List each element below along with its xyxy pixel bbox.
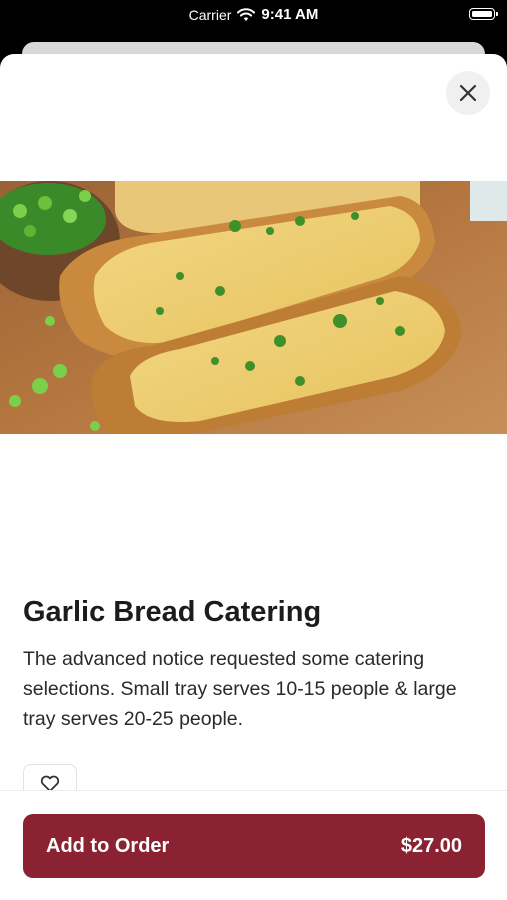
- item-description: The advanced notice requested some cater…: [23, 648, 457, 730]
- close-icon: [459, 84, 477, 102]
- status-time: 9:41 AM: [261, 6, 319, 23]
- close-button[interactable]: [446, 71, 490, 115]
- item-title: Garlic Bread Catering: [23, 596, 322, 628]
- item-price: $27.00: [400, 834, 462, 857]
- order-footer: Add to Order $27.00: [0, 790, 507, 900]
- item-detail-sheet: Garlic Bread Catering The advanced notic…: [0, 54, 507, 900]
- wifi-icon: [237, 7, 256, 21]
- status-center: Carrier 9:41 AM: [0, 6, 507, 23]
- item-image: [0, 181, 507, 434]
- status-bar: Carrier 9:41 AM: [0, 0, 507, 40]
- add-to-order-button[interactable]: Add to Order $27.00: [23, 814, 485, 878]
- add-to-order-label: Add to Order: [46, 834, 170, 857]
- battery-icon: [469, 8, 498, 20]
- garlic-bread-image: [0, 181, 507, 434]
- carrier-label: Carrier: [188, 6, 232, 23]
